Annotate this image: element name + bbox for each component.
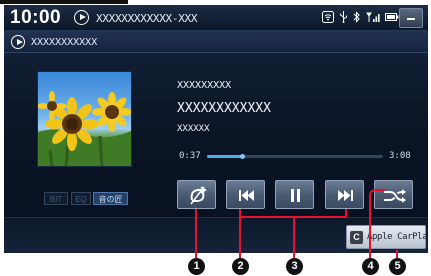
callout-lines	[195, 189, 398, 258]
callout-5: 5	[389, 258, 406, 275]
callout-3: 3	[286, 258, 303, 275]
callout-1: 1	[188, 258, 205, 275]
callout-2: 2	[232, 258, 249, 275]
callout-4: 4	[362, 258, 379, 275]
